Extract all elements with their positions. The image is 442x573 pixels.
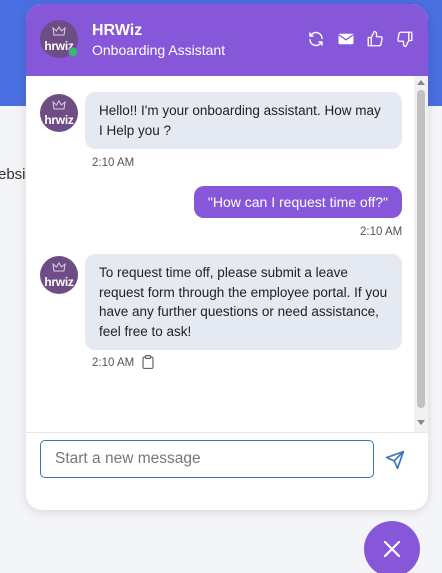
- composer-divider: [26, 432, 428, 433]
- message-list: hrwiz Hello!! I'm your onboarding assist…: [26, 76, 428, 432]
- avatar-logo-text: hrwiz: [44, 113, 74, 127]
- copy-icon[interactable]: [142, 355, 154, 369]
- online-status-dot: [68, 47, 78, 57]
- crown-icon: [52, 100, 66, 110]
- chat-subtitle: Onboarding Assistant: [92, 42, 226, 58]
- thumbs-up-icon[interactable]: [366, 30, 384, 48]
- chat-window: hrwiz HRWiz Onboarding Assistant hrwiz H…: [26, 4, 428, 510]
- scroll-thumb[interactable]: [417, 90, 425, 408]
- close-icon: [383, 540, 401, 558]
- bot-avatar: hrwiz: [40, 256, 78, 294]
- bot-message-bubble: Hello!! I'm your onboarding assistant. H…: [85, 92, 402, 149]
- scroll-up-arrow-icon[interactable]: [417, 80, 425, 85]
- bot-message-bubble: To request time off, please submit a lea…: [85, 254, 402, 350]
- bot-avatar: hrwiz: [40, 94, 78, 132]
- refresh-icon[interactable]: [307, 30, 325, 48]
- send-icon[interactable]: [385, 450, 405, 470]
- chat-header: hrwiz HRWiz Onboarding Assistant: [26, 4, 428, 76]
- user-message-bubble: "How can I request time off?": [193, 186, 402, 218]
- scroll-down-arrow-icon[interactable]: [417, 420, 425, 425]
- crown-icon: [52, 26, 66, 36]
- message-scrollbar[interactable]: [414, 76, 428, 432]
- message-timestamp: 2:10 AM: [92, 157, 135, 169]
- chat-title: HRWiz: [92, 22, 143, 39]
- mail-icon[interactable]: [337, 30, 355, 48]
- message-timestamp: 2:10 AM: [360, 226, 403, 238]
- avatar-logo-text: hrwiz: [44, 275, 74, 289]
- close-chat-button[interactable]: [364, 521, 420, 573]
- crown-icon: [52, 262, 66, 272]
- background-partial-text: ebsi: [0, 166, 26, 183]
- thumbs-down-icon[interactable]: [396, 30, 414, 48]
- message-input[interactable]: [40, 440, 374, 478]
- message-timestamp: 2:10 AM: [92, 357, 135, 369]
